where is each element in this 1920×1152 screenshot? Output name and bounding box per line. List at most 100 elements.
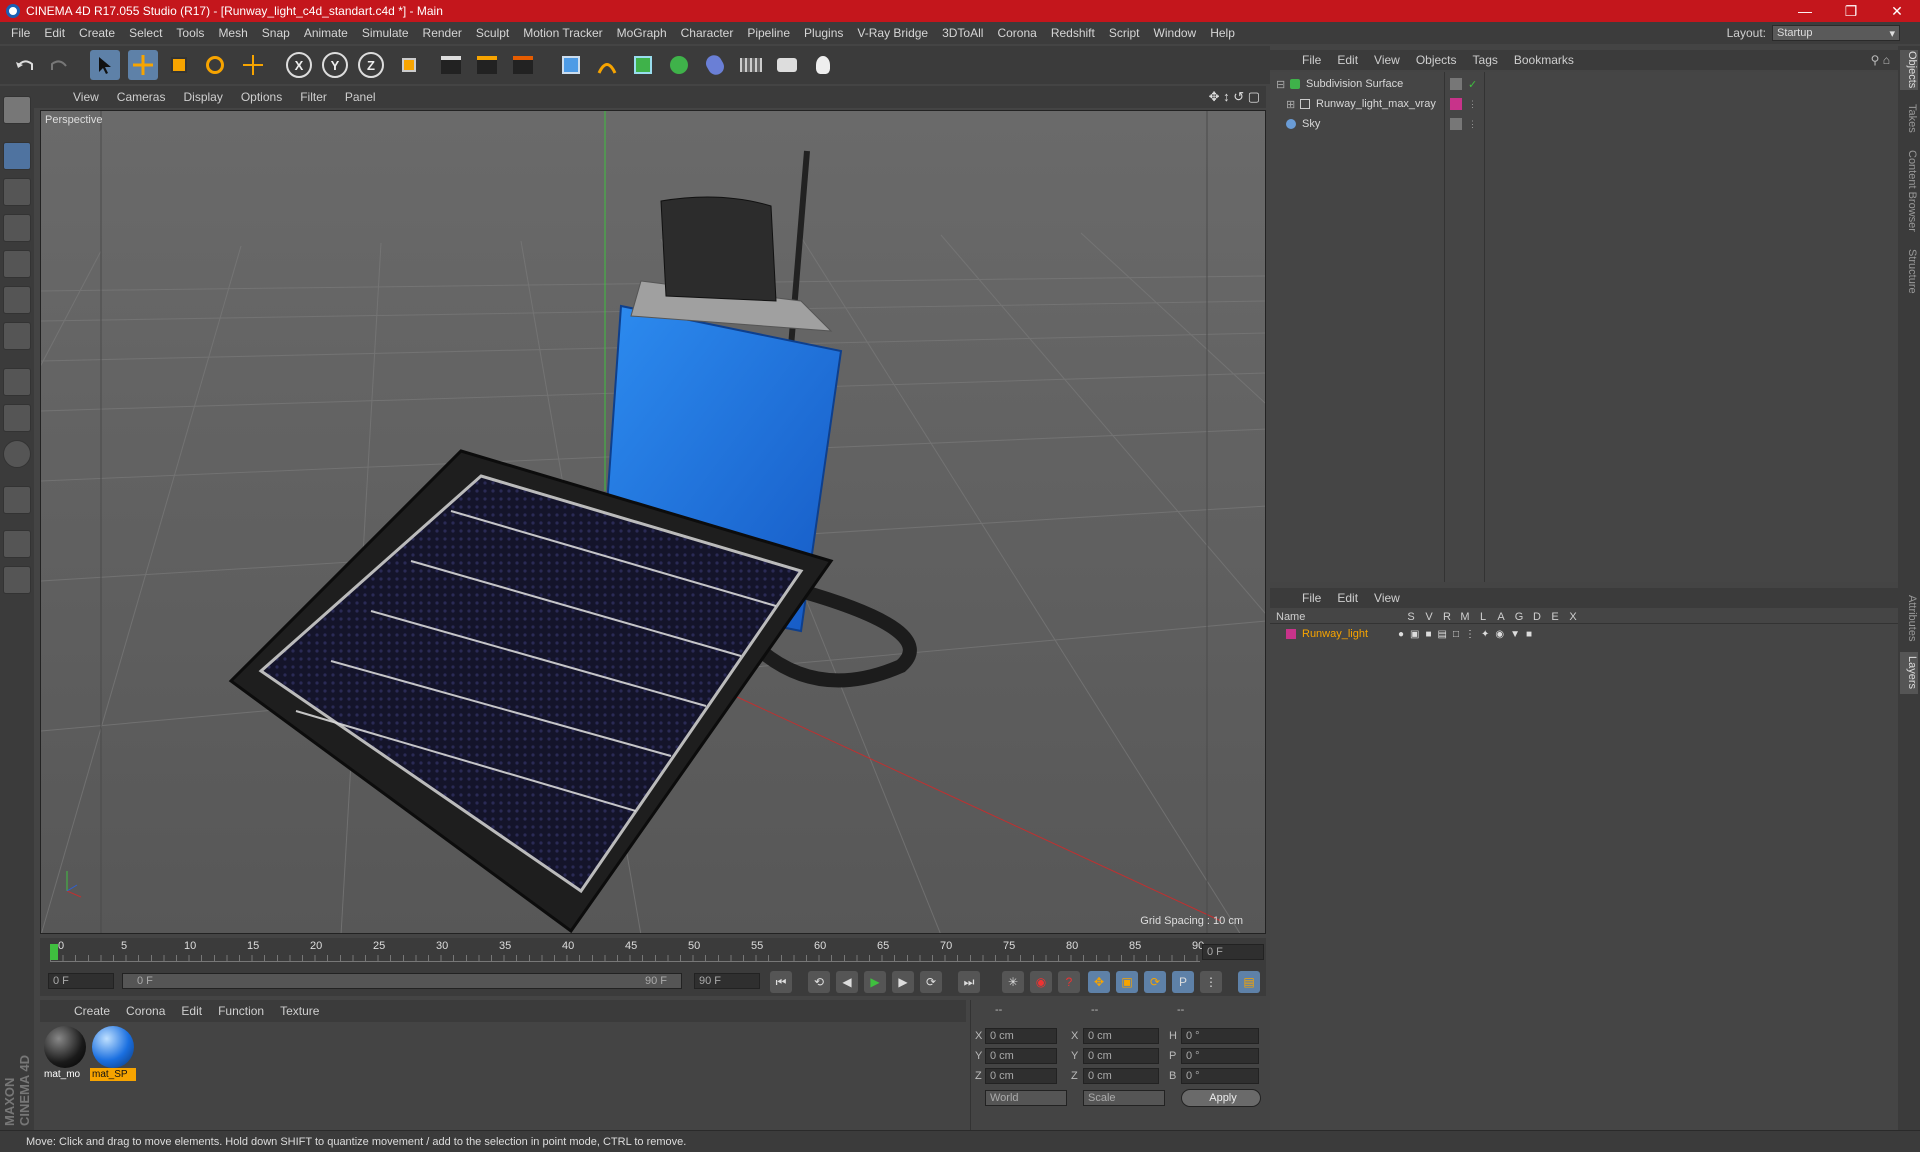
previous-key-icon[interactable]: ⟲ [808, 971, 830, 993]
workplane-icon[interactable] [3, 214, 31, 242]
cube-primitive-icon[interactable] [556, 50, 586, 80]
tab-attributes[interactable]: Attributes [1900, 588, 1918, 648]
viewport-camera-label[interactable]: Perspective [45, 114, 102, 126]
menu-tools[interactable]: Tools [169, 26, 211, 40]
material-menu-function[interactable]: Function [210, 1004, 272, 1018]
undo-icon[interactable] [10, 50, 40, 80]
preview-range-slider[interactable]: 0 F 90 F [122, 973, 682, 989]
material-menu-edit[interactable]: Edit [173, 1004, 210, 1018]
tab-content-browser[interactable]: Content Browser [1900, 146, 1918, 236]
viewport-menu-filter[interactable]: Filter [291, 90, 336, 104]
viewport-menu-display[interactable]: Display [174, 90, 231, 104]
rotate-tool-icon[interactable] [200, 50, 230, 80]
transform-tool-icon[interactable] [238, 50, 268, 80]
cloner-icon[interactable] [664, 50, 694, 80]
maximize-icon[interactable]: ❐ [1828, 0, 1874, 22]
close-icon[interactable]: ✕ [1874, 0, 1920, 22]
position-z-field[interactable]: 0 cm [985, 1068, 1057, 1084]
menu-file[interactable]: File [4, 26, 37, 40]
end-frame-field[interactable]: 90 F [694, 973, 760, 989]
3d-viewport[interactable]: Perspective Grid Spacing : 10 cm [40, 110, 1266, 934]
select-tool-icon[interactable] [90, 50, 120, 80]
layer-color-icon[interactable] [1286, 629, 1296, 639]
collapse-icon[interactable]: ⊟ [1276, 78, 1286, 91]
visibility-dots-icon[interactable]: ⋮ [1468, 99, 1477, 110]
layer-col-view[interactable]: V [1420, 611, 1438, 623]
material-swatch[interactable]: mat_SP [90, 1026, 136, 1082]
visibility-dots-icon[interactable]: ⋮ [1468, 119, 1477, 130]
object-menu-edit[interactable]: Edit [1329, 53, 1366, 67]
menu-corona[interactable]: Corona [990, 26, 1043, 40]
layer-col-expressions[interactable]: E [1546, 611, 1564, 623]
menu-script[interactable]: Script [1102, 26, 1147, 40]
size-y-field[interactable]: 0 cm [1083, 1048, 1159, 1064]
texture-mode-icon[interactable] [3, 178, 31, 206]
material-menu-texture[interactable]: Texture [272, 1004, 327, 1018]
start-frame-field[interactable]: 0 F [48, 973, 114, 989]
snap-magnet-icon[interactable] [3, 486, 31, 514]
menu-animate[interactable]: Animate [297, 26, 355, 40]
make-editable-icon[interactable] [3, 96, 31, 124]
play-icon[interactable]: ▶ [864, 971, 886, 993]
object-menu-objects[interactable]: Objects [1408, 53, 1465, 67]
redo-icon[interactable] [44, 50, 74, 80]
motion-record-icon[interactable]: ✳ [1002, 971, 1024, 993]
menu-snap[interactable]: Snap [255, 26, 297, 40]
menu-vray-bridge[interactable]: V-Ray Bridge [850, 26, 935, 40]
autokey-icon[interactable]: ? [1058, 971, 1080, 993]
menu-simulate[interactable]: Simulate [355, 26, 416, 40]
deformer-icon[interactable] [700, 50, 730, 80]
workplane-lock-icon[interactable] [3, 530, 31, 558]
layer-menu-view[interactable]: View [1366, 591, 1408, 605]
light-bulb-icon[interactable] [808, 50, 838, 80]
object-menu-tags[interactable]: Tags [1465, 53, 1506, 67]
key-position-icon[interactable]: ✥ [1088, 971, 1110, 993]
rotation-b-field[interactable]: 0 ° [1181, 1068, 1259, 1084]
timeline-window-icon[interactable]: ▤ [1238, 971, 1260, 993]
next-key-icon[interactable]: ⟳ [920, 971, 942, 993]
enabled-check-icon[interactable]: ✓ [1468, 78, 1477, 91]
viewport-menu-cameras[interactable]: Cameras [108, 90, 175, 104]
layer-menu-file[interactable]: File [1294, 591, 1329, 605]
tweak-mode-icon[interactable] [3, 404, 31, 432]
rotation-p-field[interactable]: 0 ° [1181, 1048, 1259, 1064]
layer-col-manager[interactable]: M [1456, 611, 1474, 623]
camera-icon[interactable] [772, 50, 802, 80]
x-axis-lock-button[interactable]: X [286, 52, 312, 78]
material-menu-corona[interactable]: Corona [118, 1004, 173, 1018]
polygons-mode-icon[interactable] [3, 322, 31, 350]
menu-window[interactable]: Window [1147, 26, 1204, 40]
menu-redshift[interactable]: Redshift [1044, 26, 1102, 40]
expand-icon[interactable]: ⊞ [1286, 98, 1296, 111]
solo-mode-icon[interactable] [3, 440, 31, 468]
menu-character[interactable]: Character [674, 26, 741, 40]
menu-motion-tracker[interactable]: Motion Tracker [516, 26, 609, 40]
render-picture-viewer-icon[interactable] [472, 50, 502, 80]
viewport-nav-icons[interactable]: ✥ ↕ ↺ ▢ [1209, 89, 1260, 105]
minimize-icon[interactable]: — [1782, 0, 1828, 22]
key-scale-icon[interactable]: ▣ [1116, 971, 1138, 993]
position-y-field[interactable]: 0 cm [985, 1048, 1057, 1064]
size-z-field[interactable]: 0 cm [1083, 1068, 1159, 1084]
tab-structure[interactable]: Structure [1900, 244, 1918, 298]
menu-select[interactable]: Select [122, 26, 169, 40]
size-x-field[interactable]: 0 cm [1083, 1028, 1159, 1044]
y-axis-lock-button[interactable]: Y [322, 52, 348, 78]
coordinate-mode-dropdown[interactable]: World [985, 1090, 1067, 1106]
key-pla-icon[interactable]: ⋮ [1200, 971, 1222, 993]
object-row[interactable]: ⊞ Runway_light_max_vray ⋮ [1270, 94, 1898, 114]
layer-col-locked[interactable]: L [1474, 611, 1492, 623]
axis-mode-icon[interactable] [3, 368, 31, 396]
key-rotation-icon[interactable]: ⟳ [1144, 971, 1166, 993]
object-row[interactable]: Sky ⋮ [1270, 114, 1898, 134]
previous-frame-icon[interactable]: ◀ [836, 971, 858, 993]
edges-mode-icon[interactable] [3, 286, 31, 314]
rotation-h-field[interactable]: 0 ° [1181, 1028, 1259, 1044]
search-icon[interactable]: ⚲ ⌂ [1871, 53, 1890, 67]
layer-col-render[interactable]: R [1438, 611, 1456, 623]
scale-tool-icon[interactable] [164, 50, 194, 80]
layer-toggle-icons[interactable]: ●▣■▤□⋮✦◉▼■ [1398, 629, 1532, 640]
menu-pipeline[interactable]: Pipeline [740, 26, 797, 40]
layer-row[interactable]: Runway_light ●▣■▤□⋮✦◉▼■ [1270, 626, 1898, 642]
menu-mograph[interactable]: MoGraph [610, 26, 674, 40]
